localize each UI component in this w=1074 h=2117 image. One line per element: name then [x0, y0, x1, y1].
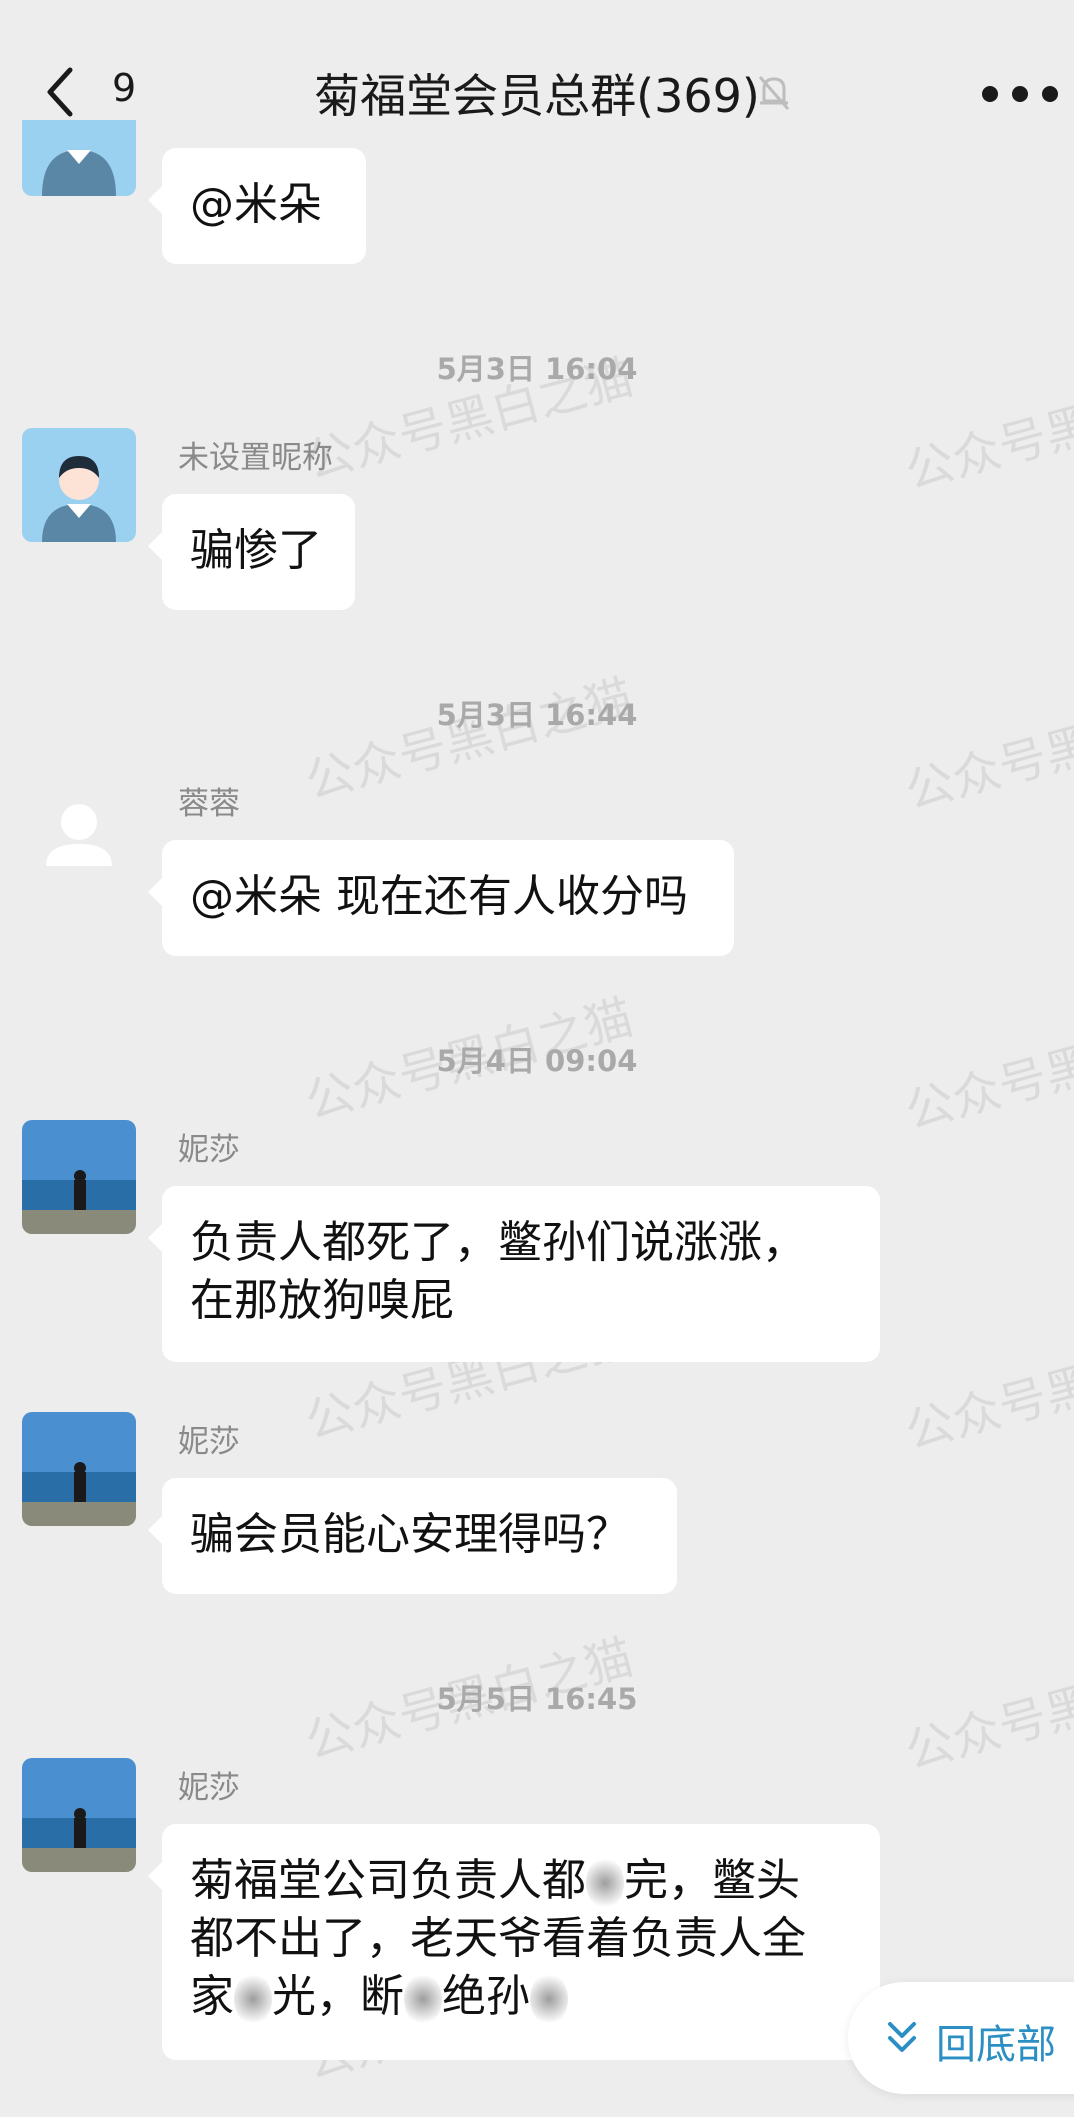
message-bubble[interactable]: @米朵 — [148, 148, 366, 264]
message-text: 骗惨了 — [190, 525, 322, 576]
message-text: 骗会员能心安理得吗？ — [190, 1509, 630, 1560]
default-person-avatar-icon — [42, 150, 116, 196]
message-text-line: 都不出了，老天爷看着负责人全 — [190, 1910, 852, 1968]
message-text: 家 — [190, 1971, 234, 2022]
sender-name: 妮莎 — [178, 1132, 240, 1168]
sender-name: 妮莎 — [178, 1770, 240, 1806]
blur-mask — [586, 1857, 624, 1909]
message-text-line: 菊福堂公司负责人都 完，鳖头 — [190, 1852, 852, 1910]
scroll-to-bottom-button[interactable]: 回底部 — [848, 1982, 1074, 2094]
message-text: 光，断 — [272, 1971, 404, 2022]
blur-mask — [404, 1973, 442, 2025]
chat-title: 菊福堂会员总群(369) — [314, 69, 760, 123]
message-text: @米朵 — [190, 179, 322, 230]
message-timestamp: 5月3日 16:44 — [436, 698, 638, 732]
sender-name: 蓉蓉 — [178, 786, 240, 822]
sea-photo-avatar-icon — [22, 1120, 136, 1234]
message-text: 完，鳖头 — [624, 1855, 800, 1906]
message-text: 菊福堂公司负责人都 — [190, 1855, 586, 1906]
sea-photo-avatar-icon — [22, 1758, 136, 1872]
scroll-to-bottom-label: 回底部 — [936, 2022, 1056, 2068]
message-timestamp: 5月5日 16:45 — [436, 1682, 638, 1716]
watermark: 公众号黑白之猫 — [899, 1319, 1074, 1461]
avatar[interactable] — [22, 428, 136, 542]
message-bubble[interactable]: 骗会员能心安理得吗？ — [148, 1478, 677, 1594]
message-text-line: 家光，断 绝孙 — [190, 1968, 852, 2026]
more-horizontal-icon[interactable] — [980, 84, 1074, 104]
person-silhouette-icon — [46, 804, 112, 866]
avatar[interactable] — [22, 774, 136, 888]
bell-off-icon — [758, 76, 790, 110]
avatar[interactable] — [22, 120, 136, 196]
avatar[interactable] — [22, 1758, 136, 1872]
message-text: 绝孙 — [442, 1971, 530, 2022]
sender-name: 妮莎 — [178, 1424, 240, 1460]
default-person-avatar-icon — [42, 456, 116, 542]
watermark: 公众号黑白之猫 — [899, 679, 1074, 821]
watermark: 公众号黑白之猫 — [299, 669, 639, 811]
chat-header: 9 菊福堂会员总群(369) — [0, 0, 1074, 180]
message-bubble[interactable]: 骗惨了 — [148, 494, 355, 610]
message-bubble[interactable]: 菊福堂公司负责人都 完，鳖头 都不出了，老天爷看着负责人全 家光，断 绝孙 — [148, 1824, 880, 2060]
double-chevron-down-icon — [888, 2022, 916, 2052]
message-bubble[interactable]: @米朵 现在还有人收分吗 — [148, 840, 734, 956]
message-text: 都不出了，老天爷看着负责人全 — [190, 1913, 806, 1964]
blur-mask — [530, 1973, 568, 2025]
message-timestamp: 5月4日 09:04 — [436, 1044, 638, 1078]
blur-mask — [234, 1973, 272, 2025]
message-bubble[interactable]: 负责人都死了，鳖孙们说涨涨， 在那放狗嗅屁 — [148, 1186, 880, 1362]
avatar[interactable] — [22, 1120, 136, 1234]
message-timestamp: 5月3日 16:04 — [436, 352, 638, 386]
message-text: 负责人都死了，鳖孙们说涨涨， — [190, 1217, 806, 1268]
sea-photo-avatar-icon — [22, 1412, 136, 1526]
message-text: 在那放狗嗅屁 — [190, 1275, 454, 1326]
message-text: @米朵 现在还有人收分吗 — [190, 871, 688, 922]
sender-name: 未设置昵称 — [178, 440, 333, 476]
avatar[interactable] — [22, 1412, 136, 1526]
